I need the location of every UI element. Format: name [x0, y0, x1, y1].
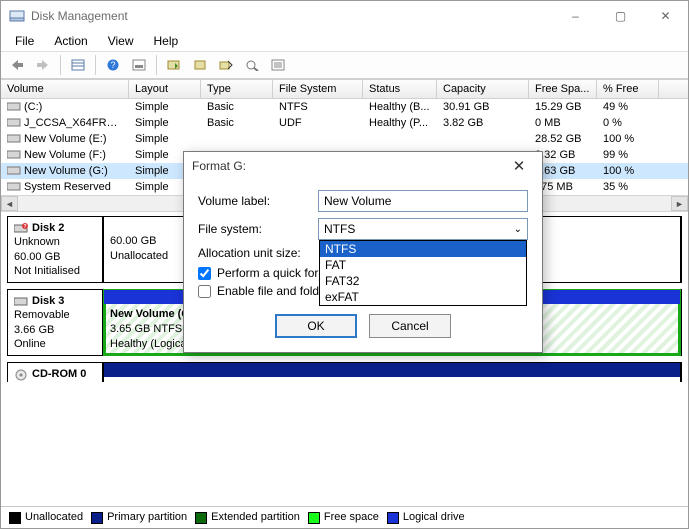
help-button[interactable]: ?: [101, 54, 125, 76]
legend-free: Free space: [308, 511, 379, 523]
properties-button[interactable]: [266, 54, 290, 76]
col-status[interactable]: Status: [363, 80, 437, 98]
quick-format-checkbox[interactable]: [198, 267, 211, 280]
refresh-disks-button[interactable]: [162, 54, 186, 76]
menu-action[interactable]: Action: [46, 32, 95, 50]
filesystem-option[interactable]: FAT: [320, 257, 526, 273]
disk2-kind: Unknown: [14, 235, 96, 249]
maximize-icon: ▢: [615, 9, 626, 23]
col-capacity[interactable]: Capacity: [437, 80, 529, 98]
disk-removable-icon: [14, 295, 28, 307]
svg-text:?: ?: [23, 224, 26, 230]
table-row[interactable]: New Volume (E:)Simple28.52 GB100 %: [1, 131, 688, 147]
window-title: Disk Management: [31, 9, 553, 23]
menu-help[interactable]: Help: [146, 32, 187, 50]
filesystem-selected-value: NTFS: [324, 222, 355, 236]
settings-button[interactable]: [127, 54, 151, 76]
menubar: File Action View Help: [1, 31, 688, 51]
filesystem-option[interactable]: exFAT: [320, 289, 526, 305]
label-filesystem: File system:: [198, 222, 318, 236]
disk3-name: Disk 3: [32, 294, 64, 308]
minimize-icon: –: [572, 9, 579, 23]
scroll-right-button[interactable]: ►: [671, 196, 688, 211]
disk-unknown-icon: ?: [14, 222, 28, 234]
chevron-down-icon: ⌄: [514, 224, 522, 235]
diskmgmt-icon: [9, 8, 25, 24]
volume-table-header: Volume Layout Type File System Status Ca…: [1, 80, 688, 99]
label-allocation-unit: Allocation unit size:: [198, 246, 318, 260]
col-layout[interactable]: Layout: [129, 80, 201, 98]
dialog-titlebar: Format G: ✕: [184, 152, 542, 180]
disk3-info[interactable]: Disk 3 Removable 3.66 GB Online: [7, 289, 103, 356]
cancel-button[interactable]: Cancel: [369, 314, 451, 338]
rescan-button[interactable]: [240, 54, 264, 76]
disk3-kind: Removable: [14, 308, 96, 322]
close-icon: ✕: [513, 158, 526, 175]
filesystem-option[interactable]: NTFS: [320, 241, 526, 257]
toolbar: ?: [1, 51, 688, 79]
menu-view[interactable]: View: [100, 32, 142, 50]
create-vhd-button[interactable]: [188, 54, 212, 76]
legend: Unallocated Primary partition Extended p…: [1, 506, 688, 528]
table-view-button[interactable]: [66, 54, 90, 76]
legend-primary: Primary partition: [91, 511, 187, 523]
disk2-info[interactable]: ? Disk 2 Unknown 60.00 GB Not Initialised: [7, 216, 103, 283]
forward-button[interactable]: [31, 54, 55, 76]
scroll-left-button[interactable]: ◄: [1, 196, 18, 211]
disk2-size: 60.00 GB: [14, 250, 96, 264]
dialog-title: Format G:: [192, 159, 246, 173]
cdrom-part[interactable]: [103, 362, 681, 382]
dialog-close-button[interactable]: ✕: [504, 157, 534, 175]
attach-vhd-button[interactable]: [214, 54, 238, 76]
col-volume[interactable]: Volume: [1, 80, 129, 98]
col-freespace[interactable]: Free Spa...: [529, 80, 597, 98]
disk2-name: Disk 2: [32, 221, 64, 235]
ok-button[interactable]: OK: [275, 314, 357, 338]
col-filesystem[interactable]: File System: [273, 80, 363, 98]
col-type[interactable]: Type: [201, 80, 273, 98]
disk3-state: Online: [14, 337, 96, 351]
label-volume: Volume label:: [198, 194, 318, 208]
table-row[interactable]: (C:)SimpleBasicNTFSHealthy (B...30.91 GB…: [1, 99, 688, 115]
minimize-button[interactable]: –: [553, 1, 598, 31]
legend-unallocated: Unallocated: [9, 511, 83, 523]
cdrom-name: CD-ROM 0: [32, 367, 86, 381]
legend-extended: Extended partition: [195, 511, 300, 523]
compression-checkbox[interactable]: [198, 285, 211, 298]
svg-text:?: ?: [110, 60, 115, 70]
ok-button-label: OK: [307, 319, 324, 333]
volume-label-input[interactable]: [318, 190, 528, 212]
disk2-state: Not Initialised: [14, 264, 96, 278]
filesystem-dropdown: NTFSFATFAT32exFAT: [319, 240, 527, 306]
close-button[interactable]: ✕: [643, 1, 688, 31]
titlebar: Disk Management – ▢ ✕: [1, 1, 688, 31]
legend-logical: Logical drive: [387, 511, 465, 523]
maximize-button[interactable]: ▢: [598, 1, 643, 31]
cancel-button-label: Cancel: [391, 319, 428, 333]
cdrom-icon: [14, 369, 28, 381]
filesystem-option[interactable]: FAT32: [320, 273, 526, 289]
table-row[interactable]: J_CCSA_X64FRE_E...SimpleBasicUDFHealthy …: [1, 115, 688, 131]
disk3-size: 3.66 GB: [14, 323, 96, 337]
close-icon: ✕: [660, 9, 670, 23]
menu-file[interactable]: File: [7, 32, 42, 50]
col-pctfree[interactable]: % Free: [597, 80, 659, 98]
filesystem-select[interactable]: NTFS ⌄ NTFSFATFAT32exFAT: [318, 218, 528, 240]
cdrom-info[interactable]: CD-ROM 0: [7, 362, 103, 382]
format-dialog: Format G: ✕ Volume label: File system: N…: [183, 151, 543, 353]
disk-row-cdrom: CD-ROM 0: [7, 362, 682, 382]
back-button[interactable]: [5, 54, 29, 76]
